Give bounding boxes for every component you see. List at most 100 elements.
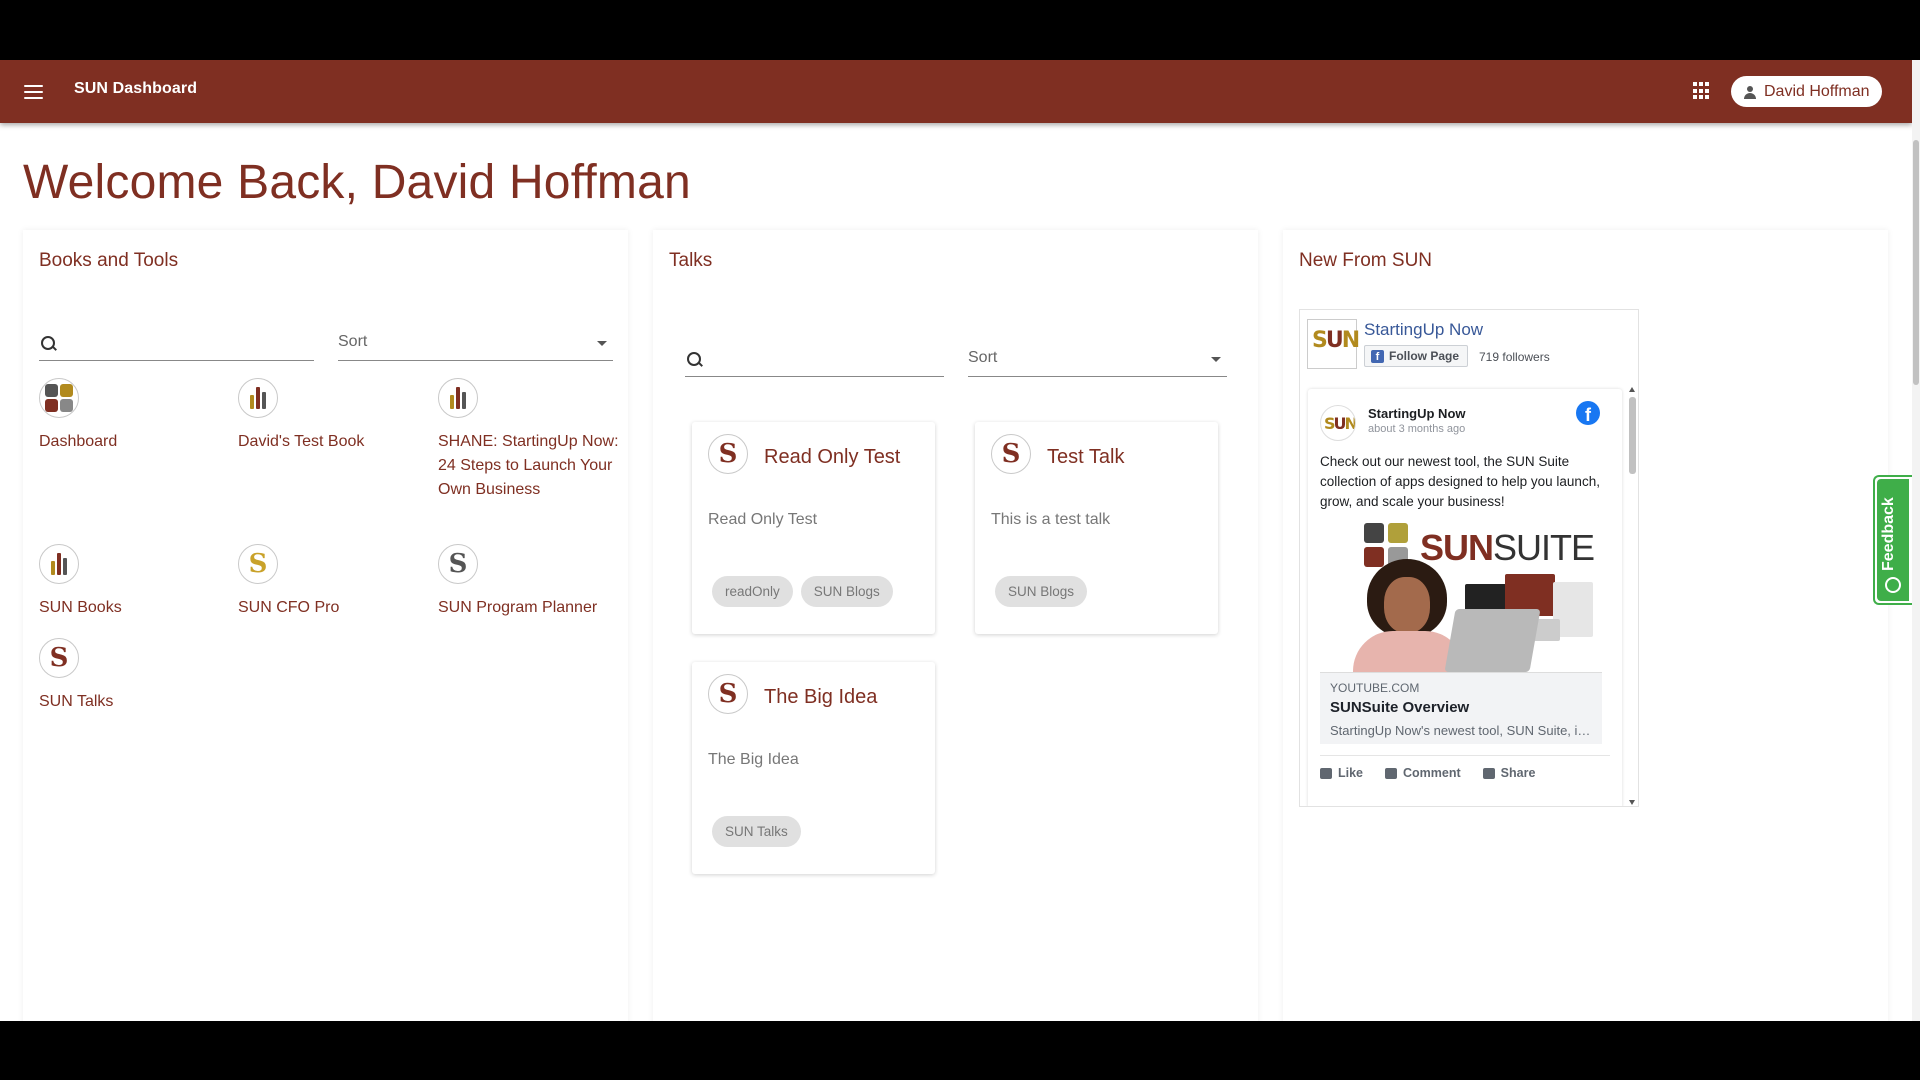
tag-chip[interactable]: SUN Talks [712, 816, 801, 847]
search-icon [687, 352, 703, 368]
tool-dashboard[interactable]: Dashboard [39, 378, 224, 454]
feedback-tab-fill: Feedback [1877, 479, 1909, 601]
app-screen: SUN Dashboard David Hoffman Welcome Back… [0, 60, 1920, 1021]
talks-title: Talks [669, 250, 713, 271]
books-and-tools-title: Books and Tools [39, 250, 179, 271]
tool-sun-books[interactable]: SUN Books [39, 544, 224, 620]
talks-search-input[interactable] [711, 349, 940, 373]
comment-label: Comment [1403, 766, 1461, 780]
talks-search [685, 345, 944, 377]
top-app-bar: SUN Dashboard David Hoffman [0, 60, 1912, 123]
apps-grid-icon[interactable] [1693, 82, 1711, 100]
share-label: Share [1500, 766, 1536, 780]
post-text: Check out our newest tool, the SUN Suite… [1320, 454, 1600, 509]
user-menu-button[interactable]: David Hoffman [1731, 76, 1882, 107]
talks-sort-select[interactable]: Sort [968, 345, 1227, 377]
fb-feed-scrollbar[interactable] [1627, 385, 1638, 806]
share-arrow-icon [1482, 767, 1495, 779]
chevron-down-icon [1211, 357, 1221, 362]
sun-s-red-icon: S [708, 674, 748, 714]
facebook-icon: f [1371, 350, 1384, 363]
user-name: David Hoffman [1764, 82, 1870, 100]
avatar[interactable]: SUN [1320, 405, 1356, 441]
post-video-thumbnail[interactable]: SUNSUITE [1320, 519, 1602, 672]
books-icon [39, 544, 79, 584]
post-actions: Like Comment Share [1320, 755, 1610, 780]
scroll-up-arrow-icon[interactable] [1629, 387, 1635, 392]
books-icon [238, 378, 278, 418]
sort-label: Sort [968, 349, 998, 366]
tool-sun-cfo-pro[interactable]: S SUN CFO Pro [238, 544, 423, 620]
books-and-tools-panel: Books and Tools Sort Dashboard David's T… [23, 230, 628, 1021]
sun-s-gray-icon: S [438, 544, 478, 584]
books-search [39, 329, 314, 361]
like-button[interactable]: Like [1320, 766, 1363, 780]
app-title: SUN Dashboard [74, 80, 198, 97]
hamburger-menu-icon[interactable] [22, 80, 46, 104]
talk-title: The Big Idea [764, 686, 878, 708]
tool-sun-program-planner[interactable]: S SUN Program Planner [438, 544, 623, 620]
follow-label: Follow Page [1389, 349, 1460, 363]
talk-description: Read Only Test [708, 511, 818, 528]
tool-label: Dashboard [39, 433, 118, 450]
link-title: SUNSuite Overview [1330, 699, 1470, 716]
follow-page-button[interactable]: f Follow Page [1364, 345, 1469, 367]
fb-page-header: SUN StartingUp Now f Follow Page 719 fol… [1300, 310, 1638, 370]
talk-card-test-talk[interactable]: S Test Talk This is a test talk SUN Blog… [975, 422, 1218, 634]
feedback-label: Feedback [1880, 497, 1897, 571]
facebook-logo-icon[interactable]: f [1576, 401, 1600, 425]
tag-chip[interactable]: readOnly [712, 576, 793, 607]
new-from-sun-panel: New From SUN SUN StartingUp Now f Follow… [1283, 230, 1888, 1021]
talks-panel: Talks Sort S Read Only Test Read Only Te… [653, 230, 1258, 1021]
sort-label: Sort [338, 333, 368, 350]
comment-button[interactable]: Comment [1385, 766, 1461, 780]
books-icon [438, 378, 478, 418]
books-search-input[interactable] [65, 333, 310, 357]
tool-label: SUN Talks [39, 693, 114, 710]
sun-s-red-icon: S [991, 434, 1031, 474]
talk-title: Read Only Test [764, 446, 901, 468]
facebook-page-widget: SUN StartingUp Now f Follow Page 719 fol… [1299, 309, 1639, 807]
post-author[interactable]: StartingUp Now [1368, 406, 1466, 421]
tool-label: SUN CFO Pro [238, 599, 340, 616]
tool-label: SHANE: StartingUp Now: 24 Steps to Launc… [438, 433, 619, 498]
tag-chip[interactable]: SUN Blogs [800, 576, 893, 607]
sun-s-red-icon: S [39, 638, 79, 678]
person-icon [1743, 85, 1757, 99]
feedback-tab[interactable]: Feedback [1873, 475, 1913, 605]
sun-s-red-icon: S [708, 434, 748, 474]
post-link-preview[interactable]: YOUTUBE.COM SUNSuite Overview StartingUp… [1320, 672, 1602, 744]
talk-description: This is a test talk [991, 511, 1111, 528]
fb-feed: SUN StartingUp Now about 3 months ago f … [1300, 385, 1626, 806]
talk-card-read-only-test[interactable]: S Read Only Test Read Only Test readOnly… [692, 422, 935, 634]
tool-davids-test-book[interactable]: David's Test Book [238, 378, 423, 454]
startingup-now-logo[interactable]: SUN [1307, 319, 1360, 369]
link-domain: YOUTUBE.COM [1330, 681, 1420, 695]
new-from-sun-title: New From SUN [1299, 250, 1433, 271]
fb-post: SUN StartingUp Now about 3 months ago f … [1308, 389, 1622, 806]
talk-card-the-big-idea[interactable]: S The Big Idea The Big Idea SUN Talks [692, 662, 935, 874]
laptop-illustration [1444, 609, 1541, 672]
scroll-down-arrow-icon[interactable] [1629, 800, 1635, 805]
post-timestamp[interactable]: about 3 months ago [1368, 423, 1465, 435]
talk-title: Test Talk [1047, 446, 1125, 468]
tool-shane-startingup-now[interactable]: SHANE: StartingUp Now: 24 Steps to Launc… [438, 378, 623, 502]
sun-s-gold-icon: S [238, 544, 278, 584]
search-icon [41, 336, 57, 352]
tool-label: SUN Program Planner [438, 599, 598, 616]
fb-page-name[interactable]: StartingUp Now [1364, 320, 1483, 340]
comment-icon [1385, 767, 1398, 779]
page-scrollbar[interactable] [1912, 60, 1920, 1021]
share-button[interactable]: Share [1482, 766, 1536, 780]
tool-label: David's Test Book [238, 433, 365, 450]
scroll-thumb[interactable] [1629, 397, 1636, 474]
thumbs-up-icon [1320, 767, 1332, 779]
like-label: Like [1338, 766, 1364, 780]
tool-sun-talks[interactable]: S SUN Talks [39, 638, 224, 714]
tag-chip[interactable]: SUN Blogs [995, 576, 1088, 607]
followers-count: 719 followers [1479, 350, 1550, 364]
books-sort-select[interactable]: Sort [338, 329, 613, 361]
brand-suite: SUITE [1493, 527, 1595, 568]
page-scroll-thumb[interactable] [1913, 140, 1919, 385]
dashboard-grid-icon [39, 378, 79, 418]
